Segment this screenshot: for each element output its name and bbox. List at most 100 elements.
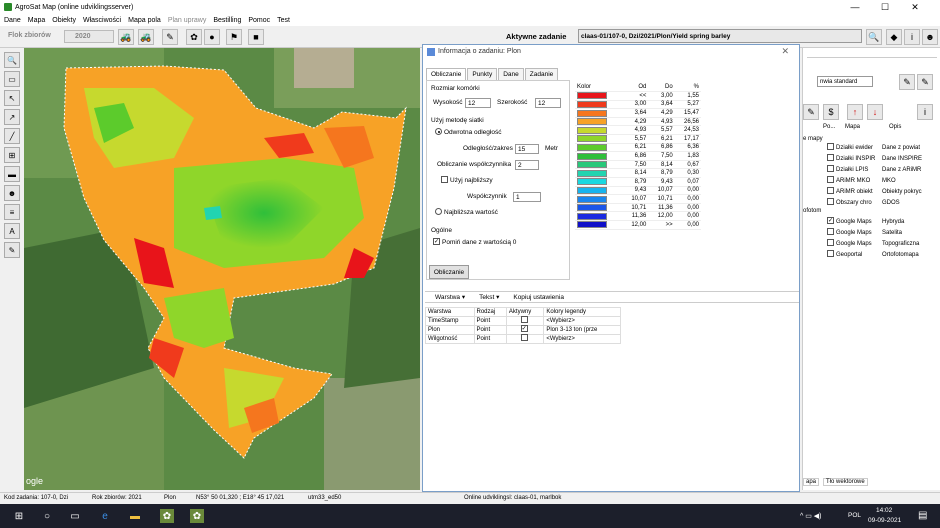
windows-start-icon[interactable]: ⊞ [12,509,26,523]
map-view[interactable]: ogle [24,48,420,490]
inverse-distance-radio[interactable]: Odwrotna odległość [435,128,501,136]
legend-row[interactable]: 12,00 >> 0,00 [575,220,701,230]
tab-zadanie[interactable]: Zadanie [524,68,559,80]
tool-layers-icon[interactable]: ◆ [886,29,902,45]
pan-icon[interactable]: ▭ [4,71,20,87]
zoom-icon[interactable]: 🔍 [4,52,20,68]
distance-range-spinner[interactable]: 15 [515,144,539,154]
map-layer-row[interactable]: Działki LPIS Dane z ARiMR [827,165,921,173]
agrosat-map-icon[interactable]: ✿ [190,509,204,523]
layer-row[interactable]: Wilgotność Point <Wybierz> [425,334,621,344]
legend-row[interactable]: 3,00 3,64 5,27 [575,100,701,110]
layer-active-checkbox[interactable] [505,334,545,344]
tractor-icon[interactable]: ▬ [4,166,20,182]
agrosat-icon[interactable]: ✿ [160,509,174,523]
map-layer-row[interactable]: ✓ Google Maps Hybryda [827,217,904,225]
checkbox-icon[interactable] [827,154,834,161]
tray-lang[interactable]: POL [848,512,861,519]
legend-row[interactable]: 4,93 5,57 24,53 [575,125,701,136]
tab-punkty[interactable]: Punkty [467,68,498,80]
tab-obliczanie[interactable]: Obliczanie [426,68,467,80]
layer-menu[interactable]: Warstwa ▾ [435,292,465,302]
rp-info-icon[interactable]: i [917,104,933,120]
nearest-use-checkbox[interactable]: Użyj najbliższy [441,176,493,184]
legend-row[interactable]: 3,64 4,29 15,47 [575,108,701,118]
dialog-close-icon[interactable]: ✕ [781,46,789,57]
tool-sheep-icon[interactable]: ● [204,29,220,45]
layer-active-checkbox[interactable] [505,316,545,326]
menu-bestilling[interactable]: Bestilling [213,17,241,24]
map-layer-row[interactable]: Obszary chro GDOS [827,198,900,206]
checkbox-icon[interactable]: ✓ [827,217,834,224]
menu-test[interactable]: Test [277,17,290,24]
rp-up-icon[interactable]: $ [823,104,839,120]
line-icon[interactable]: ╱ [4,128,20,144]
tray-icons[interactable]: ^ ▭ ◀) [800,512,822,520]
legend-row[interactable]: 8,14 8,79 0,30 [575,168,701,179]
legend-row[interactable]: 10,71 11,36 0,00 [575,203,701,213]
menu-obiekty[interactable]: Obiekty [52,17,76,24]
select-icon[interactable]: ↗ [4,109,20,125]
measure-icon[interactable]: ⊞ [4,147,20,163]
text-menu[interactable]: Tekst ▾ [479,292,499,302]
layer-colors-select[interactable]: Plon 3-13 ton (prze [543,325,621,335]
layer-row[interactable]: TimeStamp Point <Wybierz> [425,316,621,326]
legend-row[interactable]: 7,50 8,14 0,67 [575,160,701,170]
file-explorer-icon[interactable]: ▬ [128,509,142,523]
coef-spinner[interactable]: 2 [515,160,539,170]
nearest-value-radio[interactable]: Najbliższa wartość [435,208,498,216]
checkbox-icon[interactable] [827,250,834,257]
checkbox-icon[interactable] [827,228,834,235]
tool-tractor2-icon[interactable]: 🚜 [138,29,154,45]
checkbox-icon[interactable] [827,176,834,183]
legend-row[interactable]: 11,36 12,00 0,00 [575,211,701,221]
map-layer-row[interactable]: Google Maps Satelita [827,228,902,236]
tool-abc-icon[interactable]: ✎ [162,29,178,45]
menu-pomoc[interactable]: Pomoc [248,17,270,24]
menu-wlasciwosci[interactable]: Własciwości [83,17,121,24]
notification-icon[interactable]: ▤ [918,510,927,521]
legend-row[interactable]: 9,43 10,07 0,00 [575,186,701,196]
checkbox-icon[interactable] [827,239,834,246]
zoom-search-icon[interactable]: 🔍 [866,29,882,45]
rp-tool1-icon[interactable]: ✎ [899,74,915,90]
tool-flag-icon[interactable]: ⚑ [226,29,242,45]
calculate-button[interactable]: Obliczanie [429,265,469,279]
tool-tractor-icon[interactable]: 🚜 [118,29,134,45]
task-view-icon[interactable]: ▭ [68,509,82,523]
search-icon[interactable]: ○ [40,509,54,523]
map-layer-row[interactable]: Google Maps Topograficzna [827,239,919,247]
layer-colors-select[interactable]: <Wybierz> [543,334,621,344]
tab-mapa[interactable]: apa [803,478,820,486]
checkbox-icon[interactable] [827,165,834,172]
tool-plant-icon[interactable]: ✿ [186,29,202,45]
menu-mapa-pola[interactable]: Mapa pola [128,17,161,24]
active-task-select[interactable]: claas-01/107-0, Dzi/2021/Plon/Yield spri… [578,29,862,43]
tab-dane[interactable]: Dane [498,68,524,80]
map-layer-row[interactable]: Działki INSPIR Dane INSPIRE [827,154,922,162]
person-icon[interactable]: ☻ [4,185,20,201]
skip-zero-checkbox[interactable]: ✓ Pomiń dane z wartością 0 [433,238,516,246]
tray-date[interactable]: 09-09-2021 [868,517,901,524]
layer-active-checkbox[interactable]: ✓ [505,325,545,335]
close-button[interactable]: ✕ [900,0,930,14]
factor-input[interactable]: 1 [513,192,541,202]
yield-map-svg[interactable]: ogle [24,48,420,490]
tool-machine-icon[interactable]: ■ [248,29,264,45]
checkbox-icon[interactable] [827,187,834,194]
rp-tool2-icon[interactable]: ✎ [917,74,933,90]
arrow-down-icon[interactable]: ↓ [867,104,883,120]
legend-row[interactable]: 6,21 6,86 6,36 [575,143,701,153]
menu-mapa[interactable]: Mapa [28,17,46,24]
info-icon[interactable]: i [904,29,920,45]
map-layer-row[interactable]: ARiMR obiekt Obiekty pokryc [827,187,922,195]
tab-vector-bg[interactable]: Tło wektorowe [823,478,868,486]
pointer-icon[interactable]: ↖ [4,90,20,106]
tray-time[interactable]: 14:02 [876,507,892,514]
legend-row[interactable]: << 3,00 1,55 [575,91,701,101]
checkbox-icon[interactable] [827,143,834,150]
layers-icon[interactable]: ≡ [4,204,20,220]
rp-edit-icon[interactable]: ✎ [803,104,819,120]
map-layer-row[interactable]: Geoportal Ortofotomapa [827,250,919,258]
legend-row[interactable]: 4,29 4,93 26,56 [575,117,701,127]
